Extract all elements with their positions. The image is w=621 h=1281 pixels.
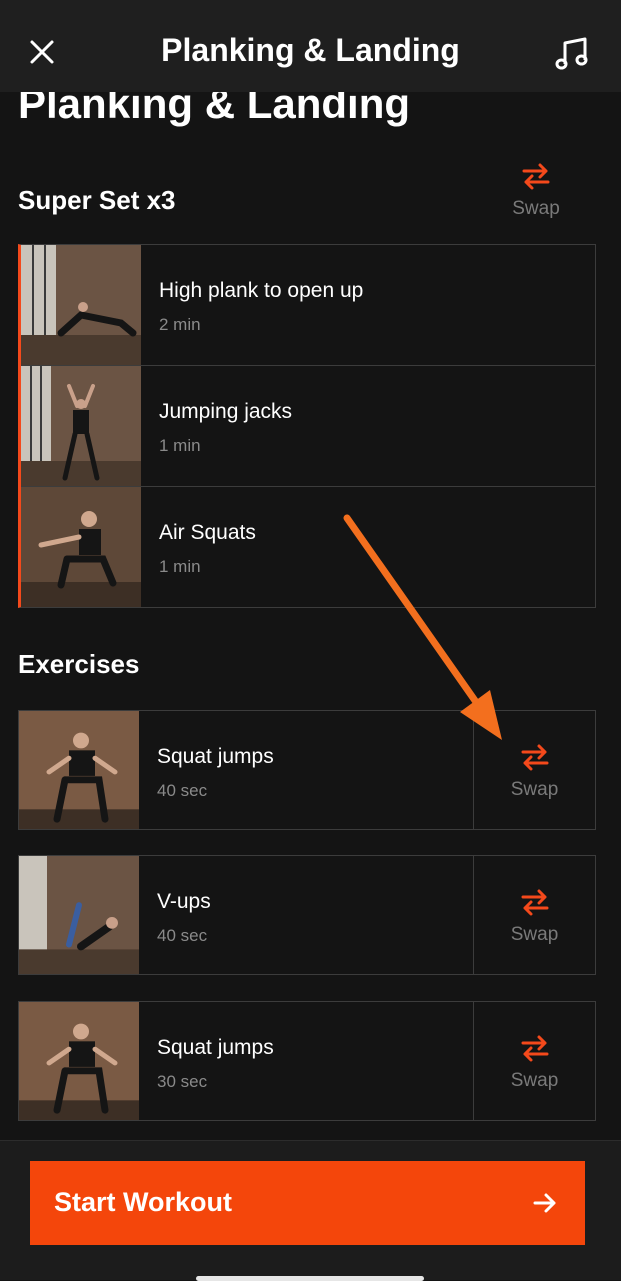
exercise-thumbnail — [21, 245, 141, 365]
music-note-icon[interactable] — [552, 34, 592, 74]
exercise-card[interactable]: Squat jumps 40 sec Swap — [18, 710, 596, 830]
superset-list: High plank to open up 2 min Jumping jack… — [18, 244, 596, 608]
exercise-name: Jumping jacks — [159, 400, 293, 423]
exercises-title: Exercises — [18, 649, 140, 679]
swap-icon — [521, 889, 548, 916]
swap-label: Swap — [510, 924, 559, 945]
exercise-thumbnail — [19, 1002, 139, 1120]
exercise-thumbnail — [19, 711, 139, 829]
swap-button[interactable]: Swap — [473, 711, 595, 829]
swap-label: Swap — [510, 1070, 559, 1091]
exercise-duration: 40 sec — [157, 926, 208, 945]
superset-row[interactable]: Air Squats 1 min — [21, 487, 595, 607]
exercise-name: High plank to open up — [159, 279, 364, 302]
exercise-name: Air Squats — [159, 521, 256, 544]
exercise-duration: 2 min — [159, 315, 201, 334]
superset-row[interactable]: High plank to open up 2 min — [21, 245, 595, 366]
exercise-card[interactable]: Squat jumps 30 sec Swap — [18, 1001, 596, 1121]
exercise-thumbnail — [21, 366, 141, 486]
swap-label: Swap — [512, 198, 560, 219]
superset-title: Super Set x3 — [18, 185, 176, 215]
exercise-thumbnail — [19, 856, 139, 974]
exercise-thumbnail — [21, 487, 141, 607]
exercise-duration: 1 min — [159, 557, 201, 576]
swap-label: Swap — [510, 779, 559, 800]
home-indicator — [196, 1276, 424, 1281]
superset-row[interactable]: Jumping jacks 1 min — [21, 366, 595, 487]
exercise-name: Squat jumps — [157, 745, 274, 768]
swap-icon — [522, 163, 550, 190]
header-title: Planking & Landing — [161, 32, 460, 68]
top-bar: Planking & Landing — [0, 0, 621, 92]
start-workout-label: Start Workout — [54, 1187, 233, 1217]
exercise-duration: 30 sec — [157, 1072, 208, 1091]
exercise-name: V-ups — [157, 890, 211, 913]
superset-swap-button[interactable]: Swap — [476, 160, 596, 230]
exercise-card[interactable]: V-ups 40 sec Swap — [18, 855, 596, 975]
exercise-duration: 1 min — [159, 436, 201, 455]
exercise-duration: 40 sec — [157, 781, 208, 800]
start-workout-button[interactable]: Start Workout — [30, 1161, 585, 1245]
swap-button[interactable]: Swap — [473, 856, 595, 974]
swap-icon — [521, 744, 548, 771]
music-button[interactable] — [552, 34, 592, 74]
exercise-name: Squat jumps — [157, 1036, 274, 1059]
arrow-right-icon — [533, 1193, 556, 1213]
swap-icon — [521, 1035, 548, 1062]
swap-button[interactable]: Swap — [473, 1002, 595, 1120]
